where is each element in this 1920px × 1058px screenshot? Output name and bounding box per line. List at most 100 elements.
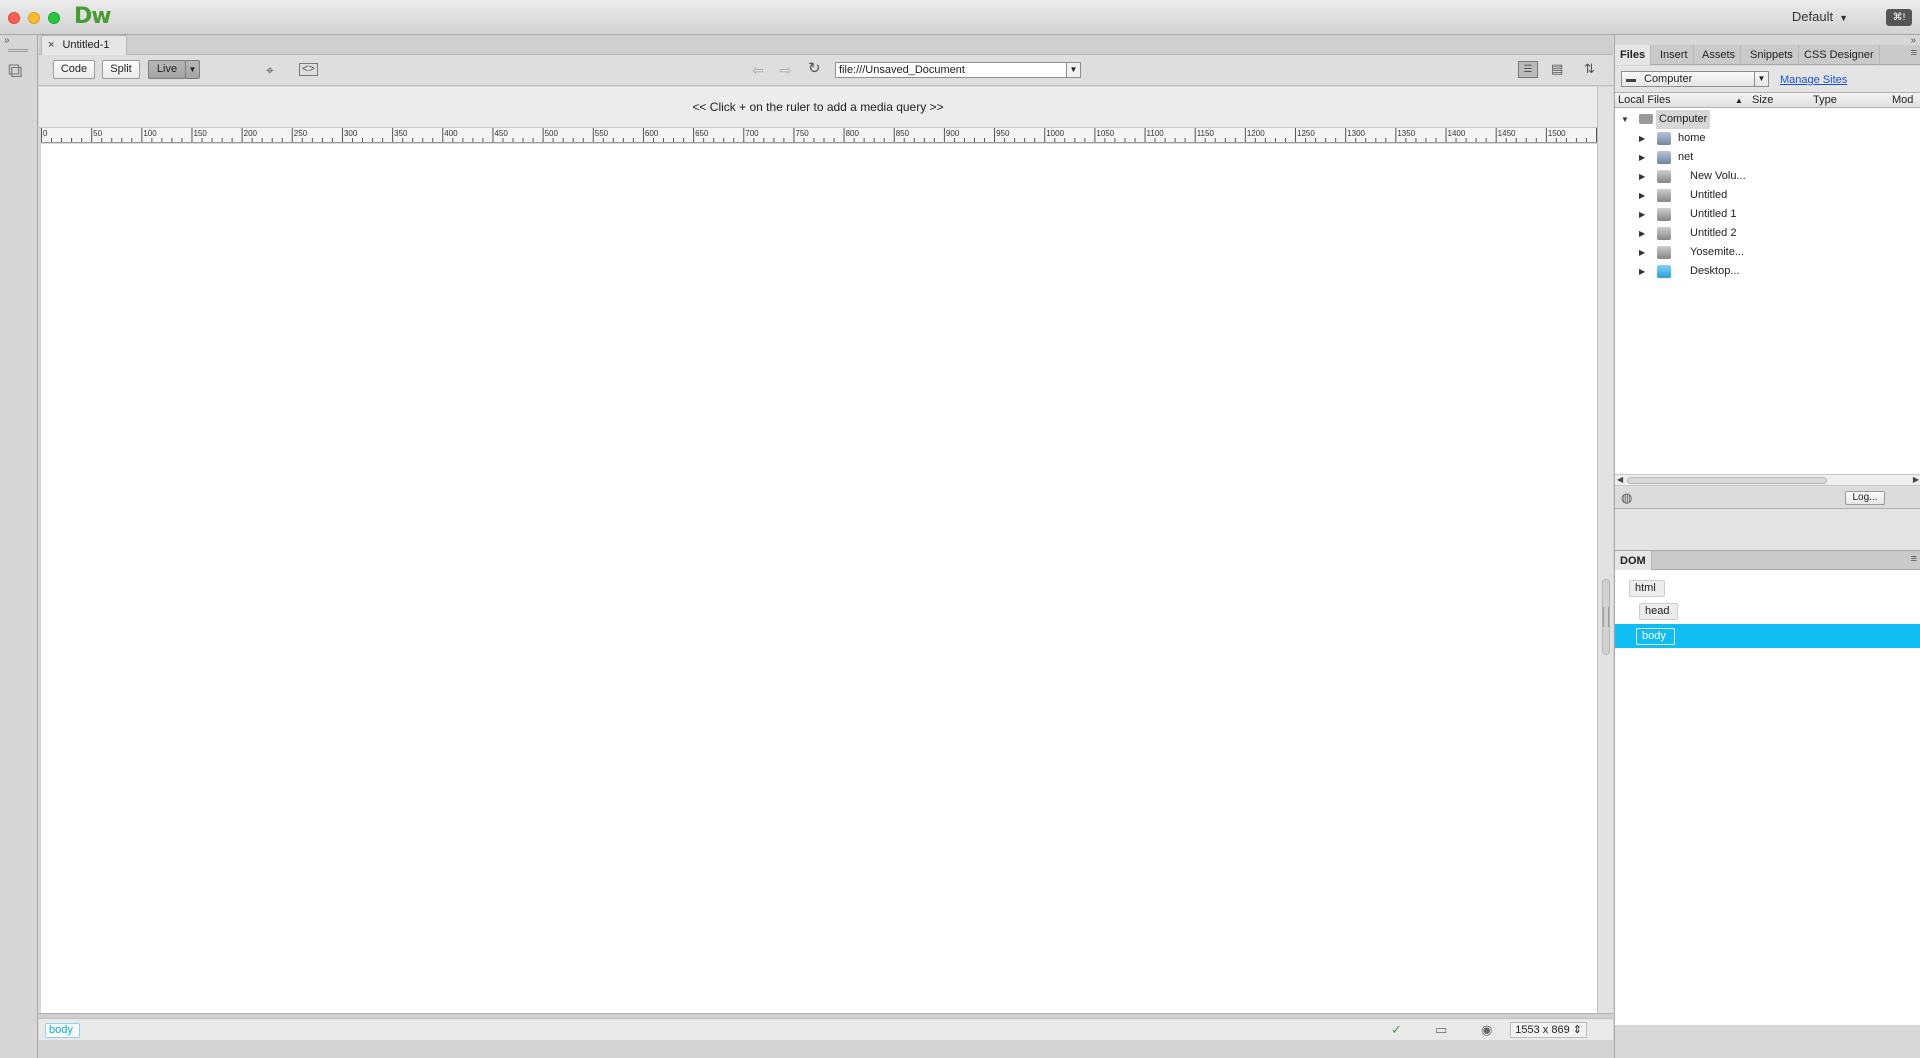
ruler-label: 550 [595,129,609,138]
media-query-hint: << Click + on the ruler to add a media q… [692,100,944,114]
ruler-label: 1050 [1096,129,1114,138]
tree-item[interactable]: ▶ Yosemite... [1615,243,1920,262]
back-arrow-icon[interactable]: ⇦ [752,63,764,77]
column-type[interactable]: Type [1813,93,1837,108]
tab-snippets[interactable]: Snippets [1745,45,1799,65]
live-view-button[interactable]: Live [148,60,186,79]
disk-drive-icon [1657,227,1671,240]
expand-arrow-icon[interactable]: ▶ [1639,243,1645,262]
ruler-label: 0 [43,129,48,138]
tree-item-label: Untitled [1690,189,1728,201]
tab-files[interactable]: Files [1615,45,1652,65]
tree-item-label: Untitled 2 [1690,227,1737,239]
dom-node-body[interactable]: body [1636,628,1675,645]
log-button[interactable]: Log... [1845,491,1885,505]
device-preview-icon[interactable]: ▭ [1435,1022,1447,1038]
document-tab[interactable]: × Untitled-1 [41,35,127,55]
ruler-label: 50 [93,129,102,138]
site-selector-value: Computer [1644,73,1693,85]
tag-selector-body[interactable]: body [45,1023,80,1038]
live-view-canvas[interactable] [41,144,1597,1014]
tree-item-label: net [1678,151,1694,163]
ruler-label: 900 [946,129,960,138]
close-window-button[interactable] [8,12,20,24]
refresh-icon[interactable]: ↻ [808,61,821,76]
code-view-button[interactable]: Code [53,60,95,79]
manage-sites-link[interactable]: Manage Sites [1780,74,1847,86]
address-bar[interactable]: file:///Unsaved_Document ▼ [835,62,1081,78]
sort-ascending-icon: ▲ [1735,96,1743,105]
scroll-right-icon[interactable]: ▶ [1913,475,1919,484]
address-dropdown-icon[interactable]: ▼ [1066,63,1080,77]
status-bar: body ✓ ▭ ◉ 1553 x 869 ⇕ [39,1018,1613,1040]
expand-arrow-icon[interactable]: ▶ [1639,148,1645,167]
tree-item[interactable]: ▶ net [1615,148,1920,167]
expand-arrow-icon[interactable]: ▶ [1639,262,1645,281]
file-list-scrollbar[interactable]: ◀ ▶ [1615,474,1920,486]
expand-arrow-icon[interactable]: ▶ [1639,224,1645,243]
ruler-label: 1150 [1197,129,1215,138]
file-transfer-icon[interactable]: ⇅ [1584,62,1595,76]
scrollbar-thumb[interactable] [1627,477,1827,484]
expand-arrow-icon[interactable]: ▶ [1639,186,1645,205]
tree-root[interactable]: ▼ Computer [1615,110,1920,129]
page-options-icon[interactable]: ▤ [1551,62,1563,76]
column-size[interactable]: Size [1752,93,1773,108]
live-view-dropdown[interactable]: ▼ [185,60,200,79]
vertical-scrollbar[interactable] [1597,87,1613,1013]
tree-item[interactable]: ▶ Untitled [1615,186,1920,205]
dom-panel: html head body [1615,570,1920,1025]
ruler-label: 600 [645,129,659,138]
document-toolbar: Code Split Live ▼ ⌖ <> ⇦ ⇨ ↻ file:///Uns… [39,55,1613,86]
window-size-readout[interactable]: 1553 x 869 ⇕ [1510,1022,1587,1038]
panel-menu-icon[interactable]: ≡ [1911,47,1917,59]
dom-node-html[interactable]: html [1629,580,1665,597]
site-status-icon[interactable]: ◍ [1621,490,1632,506]
files-panel: ▬ Computer ▼ Manage Sites Local Files ▲ … [1615,66,1920,550]
dom-node-head[interactable]: head [1639,603,1679,620]
dom-panel-menu-icon[interactable]: ≡ [1911,553,1917,565]
expand-arrow-icon[interactable]: ▶ [1639,129,1645,148]
scroll-left-icon[interactable]: ◀ [1617,475,1623,484]
ruler-label: 100 [143,129,157,138]
code-navigator-icon[interactable]: <> [299,63,318,76]
expand-arrow-icon[interactable]: ▶ [1639,205,1645,224]
close-tab-icon[interactable]: × [48,39,54,51]
column-modified[interactable]: Mod [1892,93,1913,108]
sync-settings-button[interactable]: ⌘! [1886,9,1912,26]
panel-grip[interactable] [8,49,28,52]
split-view-button[interactable]: Split [102,60,140,79]
zoom-window-button[interactable] [48,12,60,24]
ruler-label: 800 [846,129,860,138]
expand-panels-icon[interactable]: » [4,35,10,46]
ruler-label: 200 [244,129,258,138]
visual-media-queries-icon[interactable]: ☰ [1518,61,1538,78]
layers-icon[interactable]: ⧉ [8,60,22,83]
tree-item[interactable]: ▶ home [1615,129,1920,148]
tab-css-designer[interactable]: CSS Designer [1799,45,1880,65]
minimize-window-button[interactable] [28,12,40,24]
dom-panel-tabs: DOM ≡ [1615,550,1920,571]
horizontal-ruler[interactable]: 0 50 100 150 200 250 300 350 400 450 500 550 600 650 7… [41,128,1613,143]
site-selector[interactable]: ▬ Computer ▼ [1621,71,1769,87]
media-query-bar[interactable]: << Click + on the ruler to add a media q… [39,87,1597,128]
site-dropdown-icon[interactable]: ▼ [1754,72,1768,86]
tree-item[interactable]: ▶ New Volu... [1615,167,1920,186]
preview-browser-icon[interactable]: ◉ [1481,1022,1492,1038]
expand-arrow-icon[interactable]: ▶ [1639,167,1645,186]
workspace-label: Default [1791,9,1834,24]
resize-grip[interactable] [1603,607,1609,627]
expand-arrow-icon[interactable]: ▼ [1621,110,1629,129]
forward-arrow-icon[interactable]: ⇨ [780,63,792,77]
tab-insert[interactable]: Insert [1655,45,1694,65]
workspace-switcher[interactable]: Default ▼ [1792,9,1848,24]
tree-item[interactable]: ▶ Desktop... [1615,262,1920,281]
ruler-label: 1450 [1498,129,1516,138]
tree-item[interactable]: ▶ Untitled 1 [1615,205,1920,224]
column-local-files[interactable]: Local Files [1618,93,1671,108]
app-logo: Dw [74,4,112,29]
tab-dom[interactable]: DOM [1615,551,1652,571]
tab-assets[interactable]: Assets [1697,45,1742,65]
tree-item[interactable]: ▶ Untitled 2 [1615,224,1920,243]
inspect-icon[interactable]: ⌖ [266,63,274,77]
